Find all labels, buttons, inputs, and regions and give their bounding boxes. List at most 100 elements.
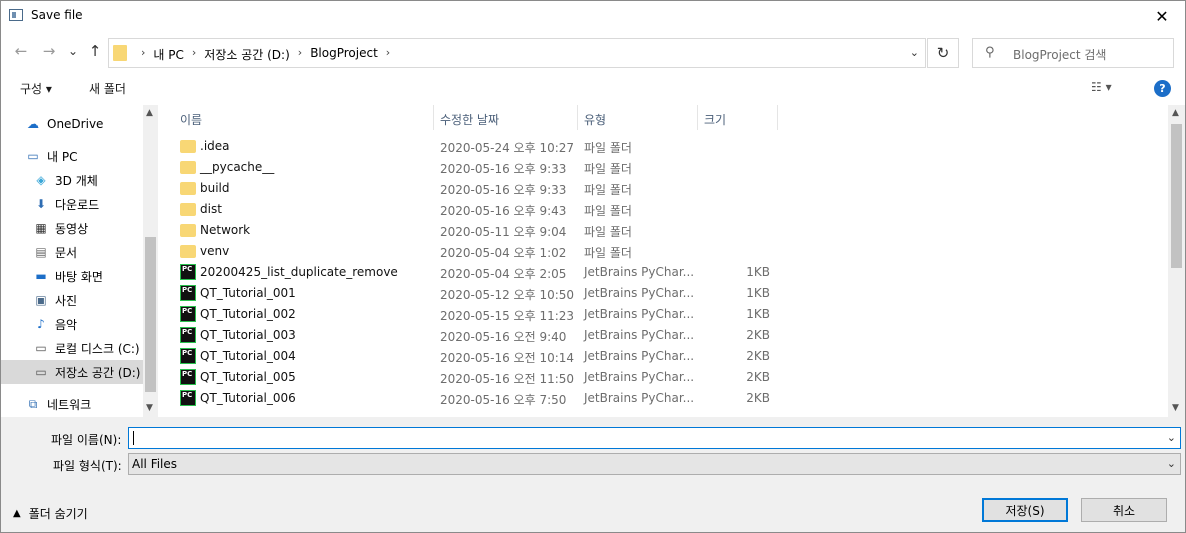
pycharm-file-icon: PC — [180, 369, 196, 385]
breadcrumb-item[interactable]: BlogProject — [310, 46, 378, 63]
up-arrow-icon[interactable]: ↑ — [85, 41, 105, 61]
chevron-up-icon: ▲ — [13, 508, 21, 519]
pycharm-file-icon: PC — [180, 390, 196, 406]
nav-item-desktop[interactable]: ▬ 바탕 화면 — [1, 264, 143, 288]
recent-locations-chevron-icon[interactable]: ⌄ — [63, 41, 83, 61]
file-list-scrollbar[interactable]: ▲ ▼ — [1168, 105, 1185, 417]
cell-date: 2020-05-16 오전 11:50 — [440, 372, 575, 386]
nav-item-onedrive[interactable]: ☁ OneDrive — [1, 112, 143, 136]
folder-icon — [180, 140, 196, 153]
cell-date: 2020-05-24 오후 10:27 — [440, 141, 575, 155]
cell-name: __pycache__ — [200, 160, 275, 174]
nav-item-this-pc[interactable]: ▭ 내 PC — [1, 144, 143, 168]
chevron-down-icon[interactable]: ⌄ — [1167, 431, 1176, 444]
cell-name: venv — [200, 244, 230, 258]
pycharm-file-icon: PC — [180, 327, 196, 343]
filename-label: 파일 이름(N): — [51, 433, 122, 447]
search-placeholder: BlogProject 검색 — [1013, 48, 1107, 62]
breadcrumb-separator-icon[interactable]: › — [386, 46, 390, 63]
column-header-size[interactable]: 크기 — [698, 105, 778, 130]
save-file-dialog: Save file ✕ ← → ⌄ ↑ › 내 PC › 저장소 공간 (D:)… — [0, 0, 1186, 533]
hide-folders-button[interactable]: ▲ 폴더 숨기기 — [13, 505, 88, 522]
cell-date: 2020-05-16 오전 10:14 — [440, 351, 575, 365]
cell-size: 1KB — [746, 286, 770, 300]
column-header-date[interactable]: 수정한 날짜 — [434, 105, 578, 130]
nav-item-videos[interactable]: ▦ 동영상 — [1, 216, 143, 240]
column-header-type[interactable]: 유형 — [578, 105, 698, 130]
navigation-pane: ☁ OneDrive ▭ 내 PC ◈ 3D 개체 ⬇ 다운로드 ▦ 동영상 ▤… — [1, 105, 158, 417]
breadcrumb: › 내 PC › 저장소 공간 (D:) › BlogProject › — [133, 46, 398, 63]
nav-item-local-disk-c[interactable]: ▭ 로컬 디스크 (C:) — [1, 336, 143, 360]
nav-item-network[interactable]: ⧉ 네트워크 — [1, 392, 143, 416]
table-row[interactable]: dist 2020-05-16 오후 9:43 파일 폴더 — [158, 199, 1168, 220]
nav-item-storage-d[interactable]: ▭ 저장소 공간 (D:) — [1, 360, 143, 384]
table-row[interactable]: .idea 2020-05-24 오후 10:27 파일 폴더 — [158, 136, 1168, 157]
pycharm-file-icon: PC — [180, 285, 196, 301]
nav-item-pictures[interactable]: ▣ 사진 — [1, 288, 143, 312]
table-row[interactable]: PC QT_Tutorial_005 2020-05-16 오전 11:50 JetB… — [158, 367, 1168, 388]
view-options-icon[interactable]: ☷ ▾ — [1091, 80, 1112, 94]
breadcrumb-item[interactable]: 저장소 공간 (D:) — [204, 46, 289, 63]
pc-icon: ▭ — [27, 149, 39, 163]
filename-field[interactable]: ⌄ — [128, 427, 1181, 449]
address-bar[interactable]: › 내 PC › 저장소 공간 (D:) › BlogProject › ⌄ — [108, 38, 926, 68]
cell-type: 파일 폴더 — [584, 141, 632, 155]
drive-icon: ▭ — [35, 341, 47, 355]
file-list-scrollbar-thumb[interactable] — [1171, 124, 1182, 268]
scroll-down-icon[interactable]: ▼ — [1172, 403, 1179, 413]
nav-item-label: 사진 — [55, 293, 78, 308]
scroll-up-icon[interactable]: ▲ — [146, 108, 153, 118]
save-button[interactable]: 저장(S) — [982, 498, 1068, 522]
back-arrow-icon[interactable]: ← — [11, 41, 31, 61]
cell-type: JetBrains PyChar... — [584, 391, 695, 405]
column-header-name[interactable]: 이름 — [174, 105, 434, 130]
document-icon: ▤ — [35, 245, 47, 259]
filetype-select[interactable]: All Files ⌄ — [128, 453, 1181, 475]
cell-type: 파일 폴더 — [584, 162, 632, 176]
search-input[interactable]: ⚲ BlogProject 검색 — [972, 38, 1174, 68]
nav-item-music[interactable]: ♪ 음악 — [1, 312, 143, 336]
cell-name: dist — [200, 202, 222, 216]
cell-name: .idea — [200, 139, 230, 153]
nav-scrollbar-thumb[interactable] — [145, 237, 156, 392]
forward-arrow-icon[interactable]: → — [39, 41, 59, 61]
breadcrumb-separator-icon[interactable]: › — [192, 46, 196, 63]
chevron-down-icon[interactable]: ⌄ — [1167, 457, 1176, 470]
cell-type: 파일 폴더 — [584, 225, 632, 239]
new-folder-button[interactable]: 새 폴더 — [89, 80, 126, 97]
table-row[interactable]: PC QT_Tutorial_003 2020-05-16 오전 9:40 JetBr… — [158, 325, 1168, 346]
nav-scrollbar[interactable]: ▲ ▼ — [143, 105, 158, 417]
table-row[interactable]: PC QT_Tutorial_004 2020-05-16 오전 10:14 JetB… — [158, 346, 1168, 367]
breadcrumb-separator-icon[interactable]: › — [298, 46, 302, 63]
onedrive-icon: ☁ — [27, 117, 39, 131]
table-row[interactable]: PC QT_Tutorial_002 2020-05-15 오후 11:23 JetB… — [158, 304, 1168, 325]
nav-item-downloads[interactable]: ⬇ 다운로드 — [1, 192, 143, 216]
breadcrumb-item[interactable]: 내 PC — [153, 46, 183, 63]
table-row[interactable]: venv 2020-05-04 오후 1:02 파일 폴더 — [158, 241, 1168, 262]
cell-type: JetBrains PyChar... — [584, 370, 695, 384]
table-row[interactable]: PC QT_Tutorial_001 2020-05-12 오후 10:50 JetB… — [158, 283, 1168, 304]
table-row[interactable]: PC QT_Tutorial_006 2020-05-16 오후 7:50 JetBr… — [158, 388, 1168, 409]
help-icon[interactable]: ? — [1154, 80, 1171, 97]
close-button[interactable]: ✕ — [1139, 1, 1185, 31]
cancel-button[interactable]: 취소 — [1081, 498, 1167, 522]
filetype-label: 파일 형식(T): — [53, 459, 122, 473]
table-row[interactable]: Network 2020-05-11 오후 9:04 파일 폴더 — [158, 220, 1168, 241]
scroll-up-icon[interactable]: ▲ — [1172, 108, 1179, 118]
music-icon: ♪ — [37, 317, 45, 331]
cell-name: QT_Tutorial_002 — [200, 307, 296, 321]
table-row[interactable]: __pycache__ 2020-05-16 오후 9:33 파일 폴더 — [158, 157, 1168, 178]
table-row[interactable]: PC 20200425_list_duplicate_remove 2020-05-… — [158, 262, 1168, 283]
nav-item-label: 내 PC — [47, 149, 78, 164]
organize-button[interactable]: 구성 ▾ — [20, 80, 52, 97]
refresh-button[interactable]: ↻ — [927, 38, 959, 68]
address-dropdown-icon[interactable]: ⌄ — [910, 46, 919, 59]
pycharm-file-icon: PC — [180, 348, 196, 364]
cell-name: QT_Tutorial_006 — [200, 391, 296, 405]
nav-item-3d-objects[interactable]: ◈ 3D 개체 — [1, 168, 143, 192]
scroll-down-icon[interactable]: ▼ — [146, 403, 153, 413]
nav-item-label: 음악 — [55, 317, 78, 332]
table-row[interactable]: build 2020-05-16 오후 9:33 파일 폴더 — [158, 178, 1168, 199]
nav-item-documents[interactable]: ▤ 문서 — [1, 240, 143, 264]
search-icon: ⚲ — [985, 45, 995, 60]
